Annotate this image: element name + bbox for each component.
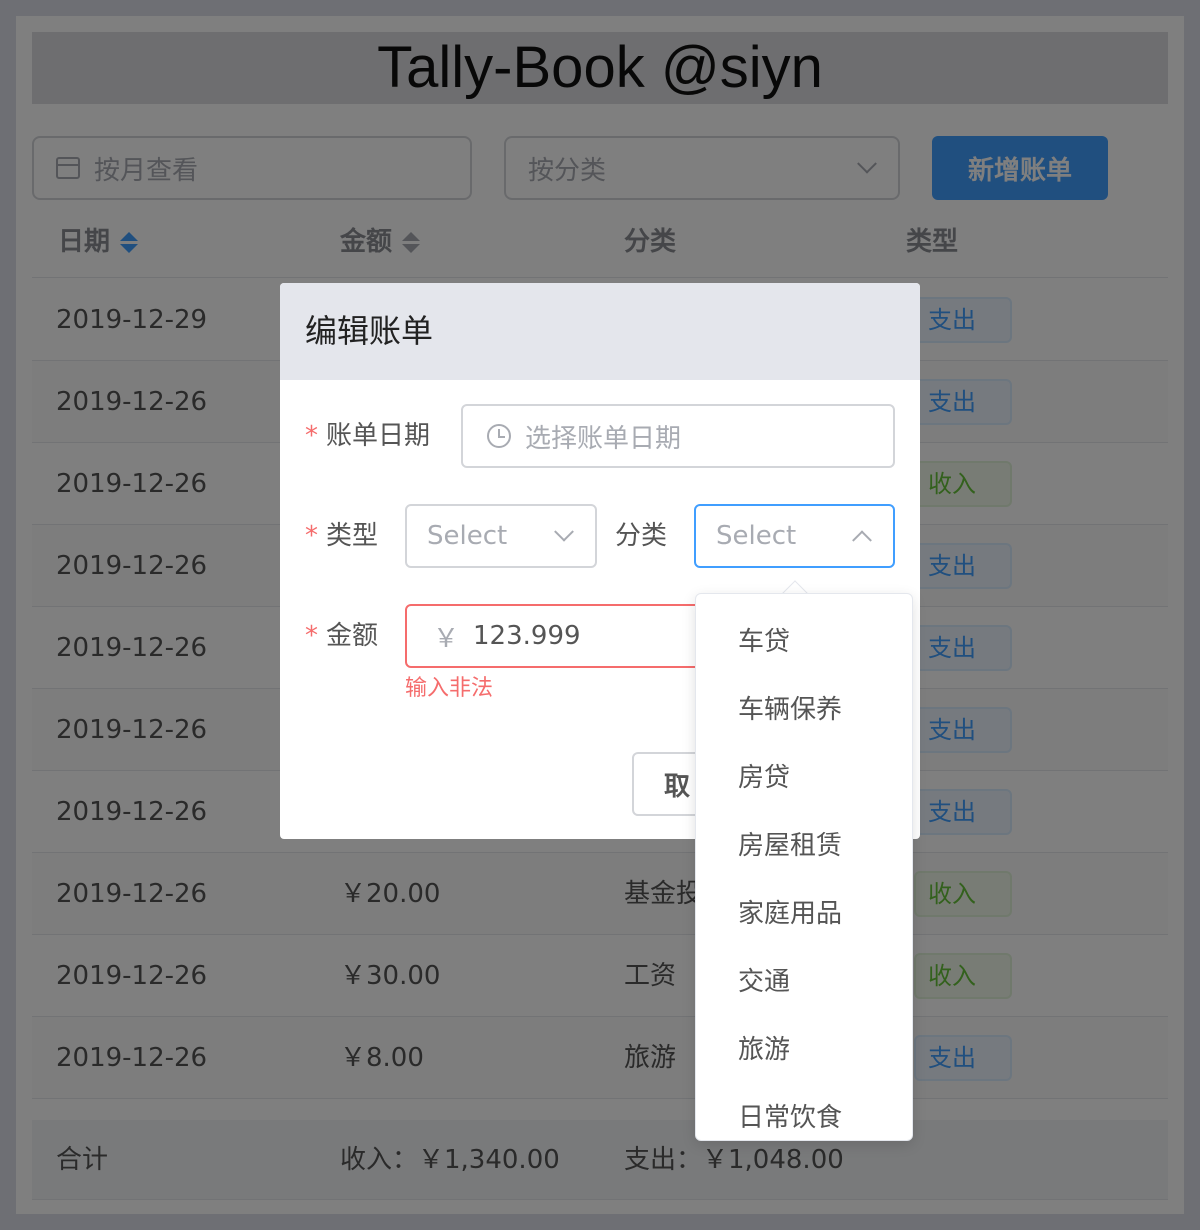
required-mark: * [305, 421, 318, 451]
dropdown-option[interactable]: 车辆保养 [738, 690, 842, 730]
amount-label: * 金额 [305, 604, 378, 668]
currency-prefix: ￥ [433, 623, 460, 654]
amount-value: 123.999 [473, 621, 581, 651]
dropdown-option[interactable]: 房贷 [738, 758, 790, 798]
bill-date-input[interactable]: 选择账单日期 [461, 404, 895, 468]
chevron-down-icon [554, 521, 574, 542]
chevron-up-icon [852, 530, 872, 551]
date-label-text: 账单日期 [326, 421, 431, 451]
app-frame: Tally-Book @siyn 按月查看 按分类 新增账单 日期 金额 分类 … [16, 16, 1184, 1214]
category-dropdown: 车贷 车辆保养 房贷 房屋租赁 家庭用品 交通 旅游 日常饮食 [695, 593, 913, 1141]
required-mark: * [305, 621, 318, 651]
clock-icon [487, 424, 511, 448]
dropdown-option[interactable]: 交通 [738, 962, 790, 1002]
category-label: 分类 [615, 521, 668, 551]
date-label: * 账单日期 [305, 404, 430, 468]
dropdown-option[interactable]: 家庭用品 [738, 894, 842, 934]
type-select-placeholder: Select [427, 521, 508, 551]
amount-label-text: 金额 [326, 621, 379, 651]
category-select-placeholder: Select [716, 521, 797, 551]
type-select[interactable]: Select [405, 504, 597, 568]
bill-date-placeholder: 选择账单日期 [525, 423, 682, 454]
dropdown-option[interactable]: 日常饮食 [738, 1098, 842, 1138]
required-mark: * [305, 521, 318, 551]
dropdown-option[interactable]: 旅游 [738, 1030, 790, 1070]
type-label: * 类型 [305, 504, 378, 568]
dialog-title: 编辑账单 [280, 283, 920, 380]
category-select[interactable]: Select [694, 504, 895, 568]
dropdown-option[interactable]: 车贷 [738, 622, 790, 662]
dropdown-option[interactable]: 房屋租赁 [738, 826, 842, 866]
type-label-text: 类型 [326, 521, 379, 551]
amount-error-message: 输入非法 [405, 676, 494, 701]
